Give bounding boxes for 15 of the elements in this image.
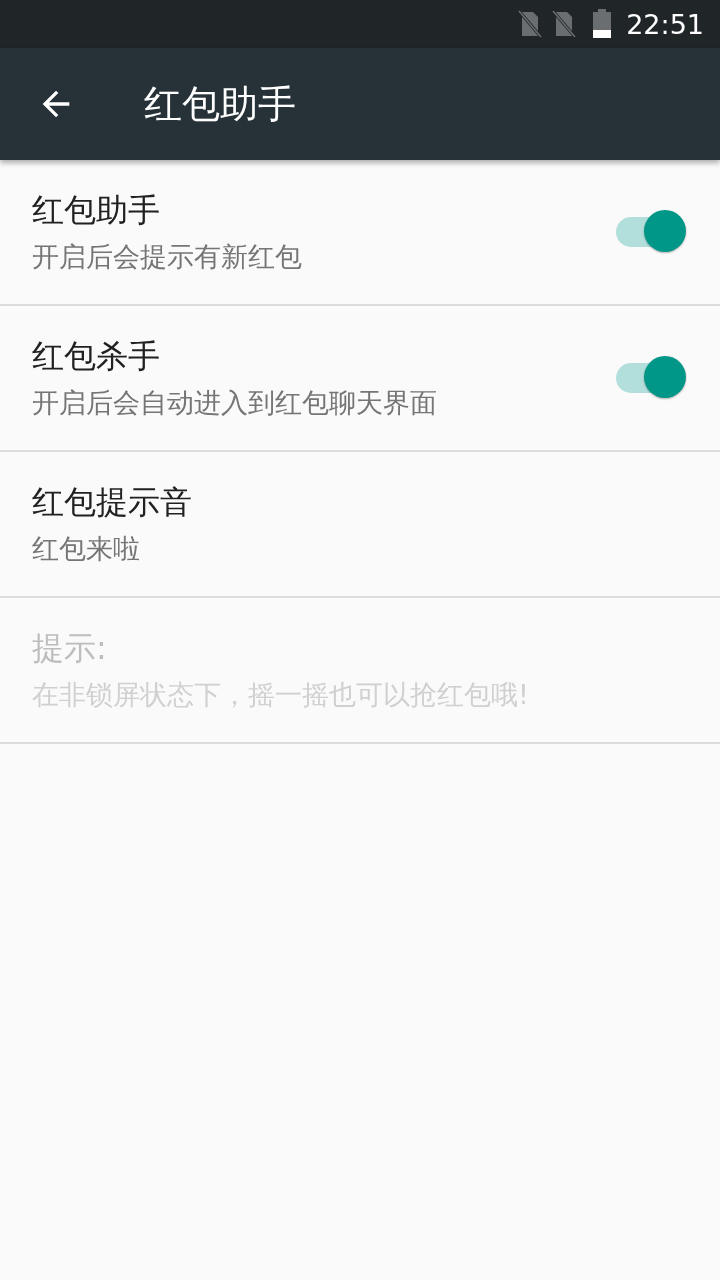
setting-title: 红包提示音	[32, 482, 193, 523]
settings-item[interactable]: 红包提示音 红包来啦	[0, 452, 720, 598]
setting-summary: 开启后会提示有新红包	[32, 240, 303, 274]
setting-title: 提示:	[32, 628, 108, 669]
setting-summary: 开启后会自动进入到红包聊天界面	[32, 386, 438, 420]
setting-title: 红包杀手	[32, 336, 161, 377]
screen-title: 红包助手	[144, 80, 296, 128]
status-time: 22:51	[626, 8, 704, 40]
no-sim-icon	[518, 10, 543, 38]
settings-item[interactable]: 红包助手 开启后会提示有新红包	[0, 160, 720, 306]
battery-icon	[592, 9, 613, 39]
settings-item[interactable]: 红包杀手 开启后会自动进入到红包聊天界面	[0, 306, 720, 452]
setting-title: 红包助手	[32, 190, 161, 231]
setting-summary: 红包来啦	[32, 532, 141, 566]
no-sim-icon	[552, 10, 577, 38]
